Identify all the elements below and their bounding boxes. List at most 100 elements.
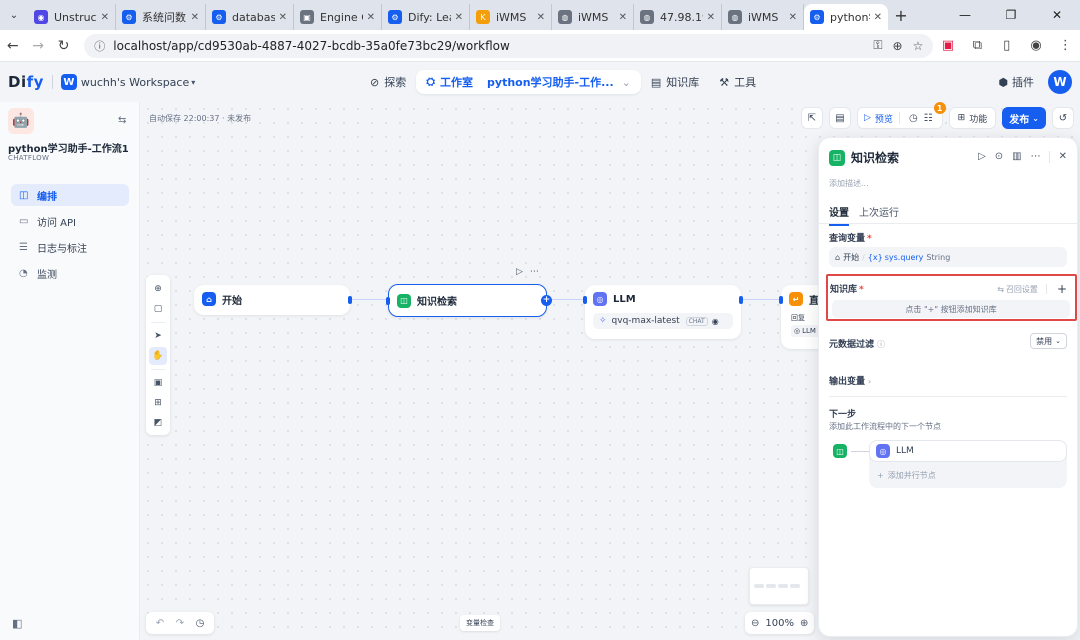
- metadata-filter-select[interactable]: 禁用 ⌄: [1030, 333, 1067, 349]
- address-bar[interactable]: ⓘ localhost/app/cd9530ab-4887-4027-bcdb-…: [84, 33, 934, 58]
- node-knowledge-retrieval[interactable]: ◫ 知识检索 +: [386, 284, 552, 317]
- add-knowledge-icon[interactable]: +: [1057, 282, 1067, 296]
- checklist-icon[interactable]: ☷: [924, 113, 933, 124]
- output-handle[interactable]: [348, 296, 352, 304]
- nav-knowledge[interactable]: ▤ 知识库: [641, 70, 709, 94]
- book-icon[interactable]: ▥: [1012, 151, 1021, 163]
- close-tab-icon[interactable]: ✕: [367, 12, 375, 23]
- node-llm[interactable]: ◎ LLM ✧ qvq-max-latest CHAT ◉: [583, 285, 743, 339]
- add-node-icon[interactable]: ⊕: [149, 280, 167, 298]
- browser-tab[interactable]: ▣ Engine C ✕: [294, 4, 382, 30]
- back-icon[interactable]: ←: [0, 38, 25, 54]
- preview-button[interactable]: ▷ 预览: [864, 112, 893, 125]
- browser-tab[interactable]: ◍ 47.98.19 ✕: [634, 4, 722, 30]
- zoom-control[interactable]: ⊖ 100% ⊕: [745, 612, 815, 634]
- browser-tab[interactable]: ⚙ python学 ✕: [804, 4, 888, 30]
- browser-tab[interactable]: ⚙ database ✕: [206, 4, 294, 30]
- reload-icon[interactable]: ↻: [51, 38, 76, 54]
- next-node-llm[interactable]: ◎ LLM: [869, 440, 1067, 462]
- close-tab-icon[interactable]: ✕: [789, 12, 797, 23]
- nav-explore[interactable]: ⊘ 探索: [360, 70, 416, 94]
- run-node-icon[interactable]: ▷: [516, 267, 523, 277]
- close-window-icon[interactable]: ✕: [1034, 0, 1080, 30]
- profile-icon[interactable]: ◉: [1021, 38, 1050, 53]
- input-handle[interactable]: [583, 296, 587, 304]
- close-tab-icon[interactable]: ✕: [455, 12, 463, 23]
- sidebar-item-2[interactable]: ☰ 日志与标注: [11, 236, 129, 258]
- more-icon[interactable]: ⋯: [1031, 151, 1041, 163]
- features-button[interactable]: ⊞ 功能: [948, 107, 997, 129]
- avatar[interactable]: W: [1048, 70, 1072, 94]
- more-icon[interactable]: ⋯: [530, 267, 539, 277]
- output-handle[interactable]: [739, 296, 743, 304]
- extension-icon[interactable]: ▣: [933, 38, 962, 53]
- variable-check-button[interactable]: 变量检查: [460, 615, 500, 631]
- publish-button[interactable]: 发布 ⌄: [1002, 107, 1046, 129]
- output-variables-label[interactable]: 输出变量 ›: [829, 374, 871, 387]
- pointer-icon[interactable]: ➤: [149, 327, 167, 345]
- plugins-button[interactable]: ⬢ 插件: [998, 74, 1034, 90]
- key-icon[interactable]: ⚿: [873, 38, 882, 53]
- close-tab-icon[interactable]: ✕: [279, 12, 287, 23]
- node-start[interactable]: ⌂ 开始: [194, 285, 352, 315]
- close-tab-icon[interactable]: ✕: [101, 12, 109, 23]
- zoom-in-icon[interactable]: ⊕: [800, 618, 808, 629]
- dify-logo[interactable]: Dify: [8, 73, 44, 91]
- sidebar-icon[interactable]: ▯: [992, 38, 1021, 53]
- workspace-switcher[interactable]: W wuchh's Workspace ▾: [60, 74, 195, 90]
- redo-icon[interactable]: ↷: [170, 618, 190, 629]
- close-tab-icon[interactable]: ✕: [874, 12, 882, 23]
- maximize-icon[interactable]: ❐: [988, 0, 1034, 30]
- zoom-out-icon[interactable]: ⊖: [751, 618, 759, 629]
- version-history-icon[interactable]: ↺: [1051, 107, 1074, 129]
- export-image-icon[interactable]: ▣: [149, 374, 167, 392]
- browser-tab[interactable]: KiWMS ✕: [470, 4, 552, 30]
- sidebar-item-1[interactable]: ▭ 访问 API: [11, 210, 129, 232]
- recall-settings-button[interactable]: ⇆ 召回设置: [997, 284, 1038, 295]
- input-handle[interactable]: [779, 296, 783, 304]
- forward-icon[interactable]: →: [25, 38, 50, 54]
- nav-studio[interactable]: ⛭ 工作室 python学习助手-工作... ⌄: [416, 70, 641, 94]
- input-handle[interactable]: [386, 297, 390, 305]
- open-in-explore-icon[interactable]: ⇱: [801, 107, 823, 129]
- browser-menu-icon[interactable]: ⋮: [1051, 38, 1080, 53]
- add-note-icon[interactable]: ▢: [149, 300, 167, 318]
- browser-tab[interactable]: ◍ iWMS ✕: [552, 4, 634, 30]
- history-clock-icon[interactable]: ◷: [909, 113, 918, 124]
- tab-search-chevron-icon[interactable]: ⌄: [0, 0, 28, 30]
- close-tab-icon[interactable]: ✕: [619, 12, 627, 23]
- close-tab-icon[interactable]: ✕: [537, 12, 545, 23]
- sidebar-item-3[interactable]: ◔ 监测: [11, 262, 129, 284]
- browser-tab[interactable]: ◍ iWMS ✕: [722, 4, 804, 30]
- minimap[interactable]: [749, 567, 809, 605]
- close-tab-icon[interactable]: ✕: [707, 12, 715, 23]
- run-node-icon[interactable]: ▷: [978, 151, 986, 163]
- description-input[interactable]: 添加描述...: [829, 178, 869, 189]
- site-info-icon[interactable]: ⓘ: [94, 38, 105, 54]
- nav-tools[interactable]: ⚒ 工具: [709, 70, 766, 94]
- history-icon[interactable]: ◷: [190, 618, 210, 629]
- close-icon[interactable]: ✕: [1059, 151, 1067, 163]
- panel-title[interactable]: 知识检索: [851, 149, 899, 166]
- organize-icon[interactable]: ⊞: [149, 394, 167, 412]
- settings-sliders-icon[interactable]: ⇆: [118, 115, 126, 126]
- hand-icon[interactable]: ✋: [149, 347, 167, 365]
- browser-tab[interactable]: ⚙ 系统问数 ✕: [116, 4, 206, 30]
- current-app-name[interactable]: python学习助手-工作...: [487, 74, 614, 90]
- sidebar-item-0[interactable]: ◫ 编排: [11, 184, 129, 206]
- undo-icon[interactable]: ↶: [150, 618, 170, 629]
- env-variables-icon[interactable]: ▤: [829, 107, 851, 129]
- add-next-node-icon[interactable]: +: [541, 295, 552, 306]
- browser-tab[interactable]: ⚙ Dify: Lea ✕: [382, 4, 470, 30]
- minimize-icon[interactable]: —: [942, 0, 988, 30]
- new-tab-button[interactable]: +: [888, 6, 914, 25]
- query-variable-selector[interactable]: ⌂ 开始 / {x} sys.query String: [829, 247, 1067, 267]
- zoom-icon[interactable]: ⊕: [893, 39, 903, 53]
- close-tab-icon[interactable]: ✕: [191, 12, 199, 23]
- browser-tab[interactable]: ◉ Unstructu ✕: [28, 4, 116, 30]
- extensions-puzzle-icon[interactable]: ⧉: [963, 38, 992, 53]
- minimap-toggle-icon[interactable]: ◩: [149, 414, 167, 432]
- bookmark-star-icon[interactable]: ☆: [913, 39, 924, 53]
- add-parallel-node-button[interactable]: + 添加并行节点: [877, 470, 936, 481]
- collapse-sidebar-icon[interactable]: ◧: [12, 617, 22, 630]
